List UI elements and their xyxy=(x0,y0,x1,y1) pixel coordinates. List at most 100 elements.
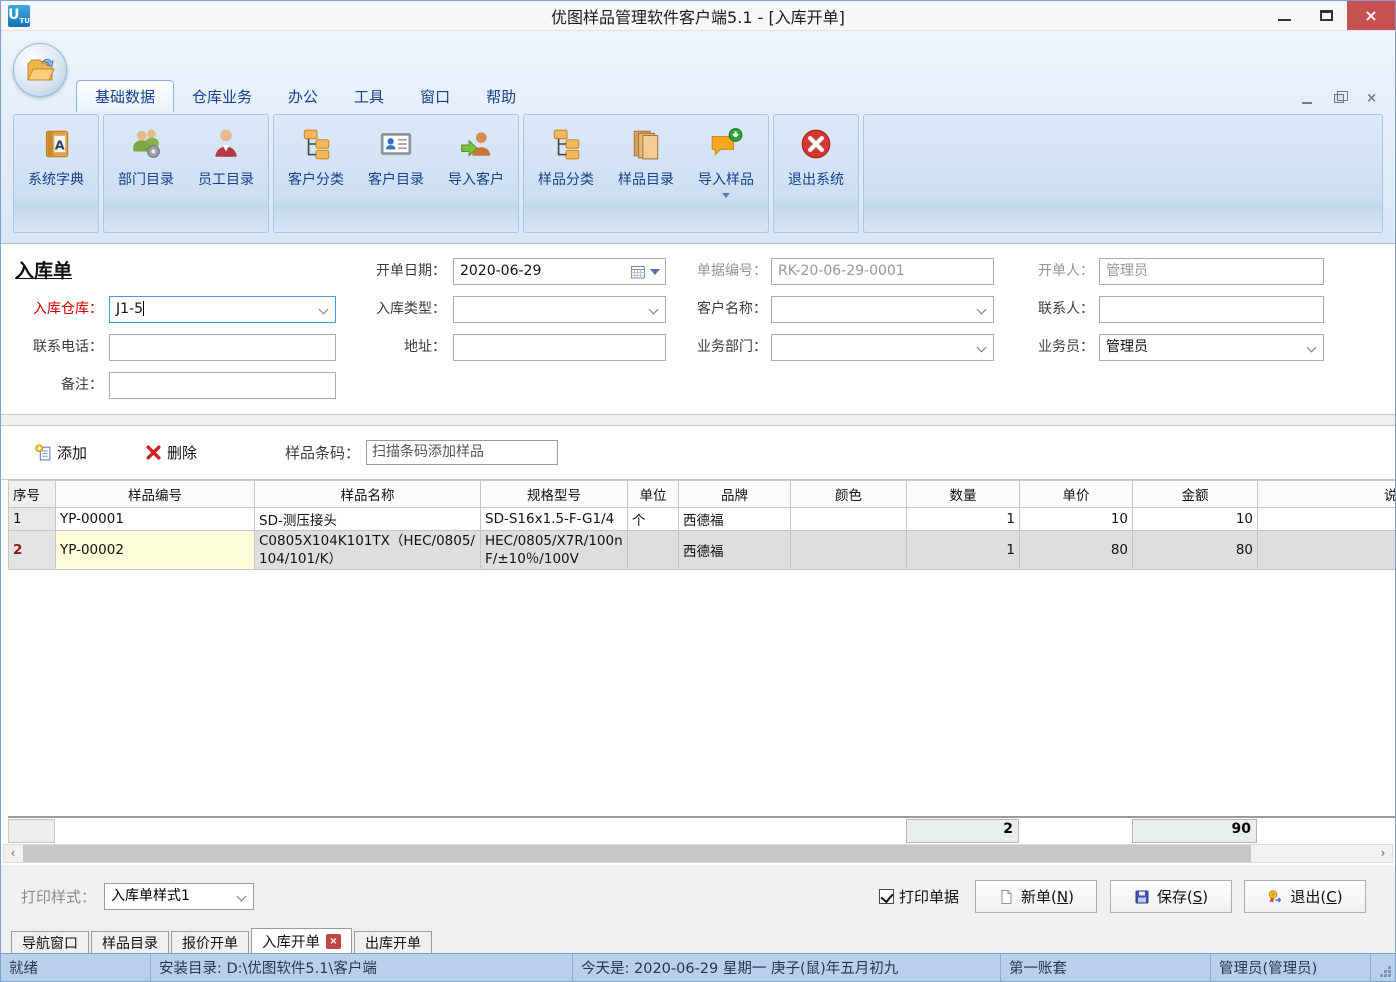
salesman-combobox[interactable]: 管理员 xyxy=(1099,334,1324,361)
color-cell[interactable] xyxy=(791,531,907,570)
ribbon-tab-strip: 基础数据 仓库业务 办公 工具 窗口 帮助 xyxy=(76,84,1385,112)
col-header-color[interactable]: 颜色 xyxy=(791,481,907,508)
amount-cell[interactable]: 80 xyxy=(1133,531,1258,570)
col-header-unit[interactable]: 单位 xyxy=(628,481,679,508)
resize-grip[interactable] xyxy=(1371,954,1395,981)
address-field[interactable] xyxy=(453,334,666,361)
ribbon-group-sample: 样品分类 样品目录 导入样品 xyxy=(523,114,769,233)
contact-field[interactable] xyxy=(1099,296,1324,323)
tab-sample-catalog[interactable]: 样品目录 xyxy=(91,931,169,953)
customer-category-button[interactable]: 客户分类 xyxy=(276,119,356,218)
col-header-name[interactable]: 样品名称 xyxy=(255,481,481,508)
tab-quote-entry[interactable]: 报价开单 xyxy=(171,931,249,953)
phone-field[interactable] xyxy=(109,334,336,361)
import-customer-icon xyxy=(459,127,493,161)
col-header-note[interactable]: 说明 xyxy=(1258,481,1396,508)
customer-combobox[interactable] xyxy=(771,296,994,323)
unit-cell[interactable] xyxy=(628,531,679,570)
minimize-button[interactable] xyxy=(1263,1,1305,30)
col-header-code[interactable]: 样品编号 xyxy=(56,481,255,508)
sample-category-button[interactable]: 样品分类 xyxy=(526,119,606,218)
ribbon-empty-area xyxy=(863,114,1383,233)
tab-warehouse-entry[interactable]: 入库开单× xyxy=(251,928,352,953)
brand-cell[interactable]: 西德福 xyxy=(679,508,791,531)
col-header-price[interactable]: 单价 xyxy=(1020,481,1133,508)
mdi-close-icon[interactable]: × xyxy=(1366,91,1377,106)
tab-warehouse-out[interactable]: 出库开单 xyxy=(354,931,432,953)
col-header-spec[interactable]: 规格型号 xyxy=(481,481,628,508)
scroll-left-icon[interactable]: ‹ xyxy=(4,845,22,862)
status-ready: 就绪 xyxy=(1,954,151,981)
chevron-down-icon[interactable] xyxy=(237,892,247,902)
ribbon-tab-office[interactable]: 办公 xyxy=(270,81,336,112)
note-cell[interactable] xyxy=(1258,508,1396,531)
scrollbar-thumb[interactable] xyxy=(23,845,1251,862)
exit-system-icon xyxy=(799,127,833,161)
warehouse-combobox[interactable]: J1-5 xyxy=(109,296,336,323)
checkbox-checked-icon[interactable] xyxy=(879,889,894,904)
table-row[interactable]: 1 YP-00001 SD-测压接头 SD-S16x1.5-F-G1/4 个 西… xyxy=(9,508,1396,531)
add-row-button[interactable]: 添加 xyxy=(35,442,87,463)
ribbon-tab-tools[interactable]: 工具 xyxy=(336,81,402,112)
price-cell[interactable]: 10 xyxy=(1020,508,1133,531)
table-row-selected[interactable]: 2 YP-00002 C0805X104K101TX（HEC/0805/104/… xyxy=(9,531,1396,570)
maximize-button[interactable] xyxy=(1305,1,1347,30)
exit-button[interactable]: 退出(C) xyxy=(1244,880,1366,913)
new-bill-button[interactable]: 新单(N) xyxy=(975,880,1097,913)
unit-cell[interactable]: 个 xyxy=(628,508,679,531)
delete-row-button[interactable]: 删除 xyxy=(145,442,197,463)
amount-cell[interactable]: 10 xyxy=(1133,508,1258,531)
color-cell[interactable] xyxy=(791,508,907,531)
creator-field: 管理员 xyxy=(1099,258,1324,285)
mdi-minimize-icon[interactable] xyxy=(1302,102,1312,104)
scroll-right-icon[interactable]: › xyxy=(1374,845,1392,862)
bill-date-field[interactable]: 2020-06-29 xyxy=(453,258,666,285)
system-dictionary-button[interactable]: A 系统字典 xyxy=(16,119,96,218)
qty-cell[interactable]: 1 xyxy=(907,531,1020,570)
col-header-amount[interactable]: 金额 xyxy=(1133,481,1258,508)
name-cell[interactable]: SD-测压接头 xyxy=(255,508,481,531)
exit-system-button[interactable]: 退出系统 xyxy=(776,119,856,218)
import-customer-button[interactable]: 导入客户 xyxy=(436,119,516,218)
brand-cell[interactable]: 西德福 xyxy=(679,531,791,570)
customer-catalog-button[interactable]: 客户目录 xyxy=(356,119,436,218)
import-sample-button[interactable]: 导入样品 xyxy=(686,119,766,218)
code-cell[interactable]: YP-00001 xyxy=(56,508,255,531)
ribbon-tab-warehouse[interactable]: 仓库业务 xyxy=(174,81,270,112)
panel-divider xyxy=(1,414,1395,425)
remark-field[interactable] xyxy=(109,372,336,399)
tab-navigation-window[interactable]: 导航窗口 xyxy=(11,931,89,953)
barcode-input[interactable]: 扫描条码添加样品 xyxy=(366,440,558,465)
spec-cell[interactable]: SD-S16x1.5-F-G1/4 xyxy=(481,508,628,531)
department-combobox[interactable] xyxy=(771,334,994,361)
horizontal-scrollbar[interactable]: ‹ › xyxy=(3,844,1393,863)
ribbon-tab-help[interactable]: 帮助 xyxy=(468,81,534,112)
chevron-down-icon[interactable] xyxy=(1307,343,1317,353)
code-cell-active[interactable]: YP-00002 xyxy=(56,531,255,570)
entry-type-combobox[interactable] xyxy=(453,296,666,323)
application-menu-button[interactable] xyxy=(13,43,67,97)
department-catalog-button[interactable]: 部门目录 xyxy=(106,119,186,218)
tab-close-icon[interactable]: × xyxy=(326,934,341,949)
mdi-restore-icon[interactable] xyxy=(1334,94,1344,103)
status-today: 今天是: 2020-06-29 星期一 庚子(鼠)年五月初九 xyxy=(573,954,1001,981)
print-style-combobox[interactable]: 入库单样式1 xyxy=(104,883,254,910)
row-index-cell: 1 xyxy=(9,508,56,531)
save-button[interactable]: 保存(S) xyxy=(1110,880,1232,913)
print-doc-checkbox-group[interactable]: 打印单据 xyxy=(879,886,959,907)
employee-person-icon xyxy=(209,127,243,161)
ribbon-tab-window[interactable]: 窗口 xyxy=(402,81,468,112)
name-cell[interactable]: C0805X104K101TX（HEC/0805/104/101/K） xyxy=(255,531,481,570)
close-button[interactable]: × xyxy=(1347,1,1395,30)
spec-cell[interactable]: HEC/0805/X7R/100nF/±10％/100V xyxy=(481,531,628,570)
note-cell[interactable] xyxy=(1258,531,1396,570)
qty-cell[interactable]: 1 xyxy=(907,508,1020,531)
col-header-qty[interactable]: 数量 xyxy=(907,481,1020,508)
sample-category-tree-icon xyxy=(549,127,583,161)
chevron-down-icon[interactable] xyxy=(722,193,730,198)
sample-catalog-button[interactable]: 样品目录 xyxy=(606,119,686,218)
price-cell[interactable]: 80 xyxy=(1020,531,1133,570)
employee-catalog-button[interactable]: 员工目录 xyxy=(186,119,266,218)
col-header-brand[interactable]: 品牌 xyxy=(679,481,791,508)
ribbon-tab-basic-data[interactable]: 基础数据 xyxy=(76,80,174,112)
